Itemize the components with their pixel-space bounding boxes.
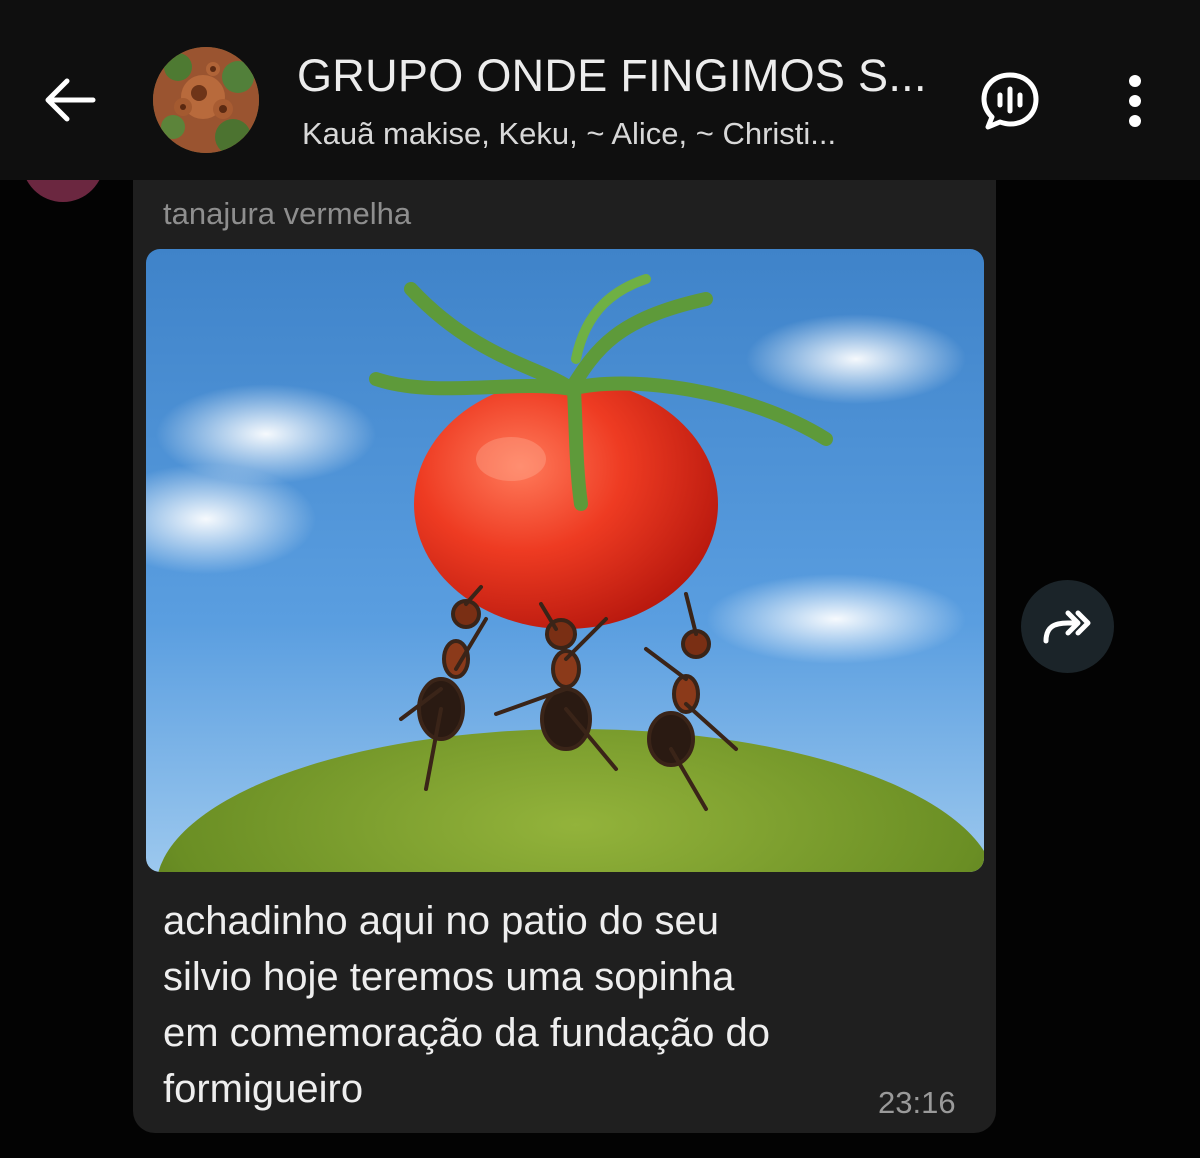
group-title: GRUPO ONDE FINGIMOS S... [297, 50, 927, 101]
chat-header: GRUPO ONDE FINGIMOS S... Kauã makise, Ke… [0, 0, 1200, 180]
voice-chat-button[interactable] [975, 68, 1045, 134]
more-options-button[interactable] [1110, 68, 1160, 134]
back-button[interactable] [38, 70, 102, 130]
chat-screen: tanajura vermelha achadinho aqui no pati… [0, 0, 1200, 1158]
group-members: Kauã makise, Keku, ~ Alice, ~ Christi... [302, 116, 837, 151]
group-avatar-image [153, 47, 259, 153]
group-avatar[interactable] [153, 47, 259, 153]
message-photo[interactable] [146, 249, 984, 872]
sender-name[interactable]: tanajura vermelha [163, 194, 411, 234]
arrow-left-icon [45, 78, 96, 122]
forward-icon [1043, 610, 1090, 643]
message-text: achadinho aqui no patio do seu silvio ho… [163, 899, 771, 1111]
more-vertical-icon [1129, 75, 1141, 127]
ants-carrying-tomato-image [146, 249, 984, 872]
forward-button[interactable] [1021, 580, 1114, 673]
group-info[interactable]: GRUPO ONDE FINGIMOS S... Kauã makise, Ke… [297, 50, 937, 154]
voice-chat-icon [981, 72, 1039, 130]
message-timestamp: 23:16 [878, 1085, 956, 1120]
